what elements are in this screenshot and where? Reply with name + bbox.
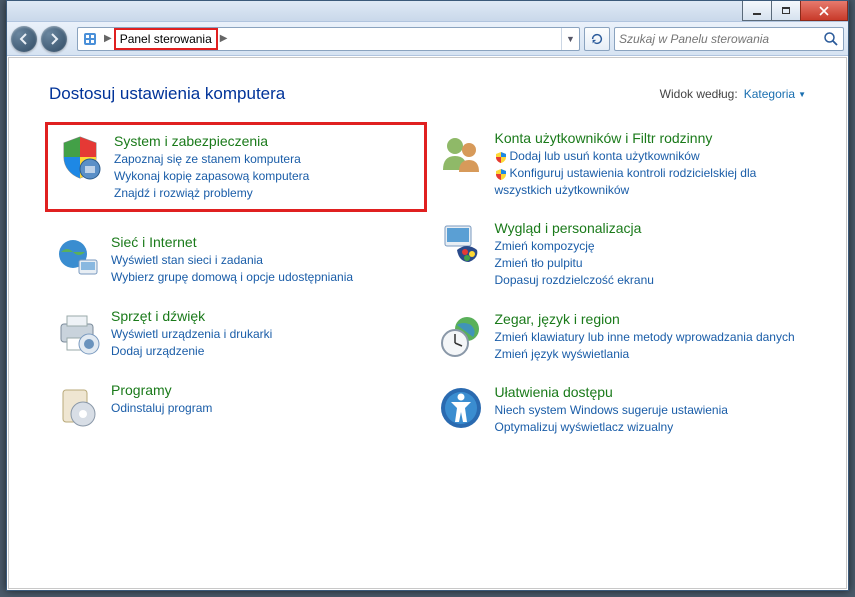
category-body: Programy Odinstaluj program bbox=[111, 382, 419, 430]
category-network-internet: Sieć i Internet Wyświetl stan sieci i za… bbox=[49, 230, 423, 290]
category-link[interactable]: Dodaj lub usuń konta użytkowników bbox=[495, 148, 803, 165]
forward-button[interactable] bbox=[41, 26, 67, 52]
category-system-security: System i zabezpieczenia Zapoznaj się ze … bbox=[45, 122, 427, 212]
category-body: Wygląd i personalizacja Zmień kompozycję… bbox=[495, 220, 803, 288]
category-link[interactable]: Dodaj urządzenie bbox=[111, 343, 419, 360]
category-link[interactable]: Wyświetl urządzenia i drukarki bbox=[111, 326, 419, 343]
view-by: Widok według: Kategoria ▼ bbox=[660, 87, 806, 101]
breadcrumb-item[interactable]: Panel sterowania bbox=[114, 28, 218, 50]
view-by-label: Widok według: bbox=[660, 87, 738, 101]
refresh-button[interactable] bbox=[584, 27, 610, 51]
control-panel-window: ▶ Panel sterowania ▶ ▼ Dostosuj ustawien… bbox=[6, 0, 849, 591]
programs-icon bbox=[53, 382, 101, 430]
search-input[interactable] bbox=[619, 32, 823, 46]
uac-shield-icon bbox=[495, 168, 507, 180]
category-link[interactable]: Zapoznaj się ze stanem komputera bbox=[114, 151, 416, 168]
category-link[interactable]: Zmień tło pulpitu bbox=[495, 255, 803, 272]
category-title[interactable]: Sprzęt i dźwięk bbox=[111, 308, 419, 324]
category-columns: System i zabezpieczenia Zapoznaj się ze … bbox=[49, 126, 806, 440]
left-column: System i zabezpieczenia Zapoznaj się ze … bbox=[49, 126, 423, 440]
content-header: Dostosuj ustawienia komputera Widok wedł… bbox=[49, 84, 806, 104]
shield-icon bbox=[56, 133, 104, 181]
category-ease-of-access: Ułatwienia dostępu Niech system Windows … bbox=[433, 380, 807, 440]
category-programs: Programy Odinstaluj program bbox=[49, 378, 423, 434]
category-body: System i zabezpieczenia Zapoznaj się ze … bbox=[114, 133, 416, 201]
maximize-button[interactable] bbox=[771, 1, 801, 21]
chevron-down-icon: ▼ bbox=[798, 90, 806, 99]
breadcrumb: Panel sterowania ▶ bbox=[114, 28, 230, 50]
users-icon bbox=[437, 130, 485, 178]
address-bar[interactable]: ▶ Panel sterowania ▶ ▼ bbox=[77, 27, 580, 51]
category-hardware-sound: Sprzęt i dźwięk Wyświetl urządzenia i dr… bbox=[49, 304, 423, 364]
navbar: ▶ Panel sterowania ▶ ▼ bbox=[7, 22, 848, 56]
category-clock-language-region: Zegar, język i region Zmień klawiatury l… bbox=[433, 307, 807, 367]
control-panel-icon bbox=[82, 31, 98, 47]
category-link[interactable]: Zmień kompozycję bbox=[495, 238, 803, 255]
view-by-value: Kategoria bbox=[744, 87, 795, 101]
clock-globe-icon bbox=[437, 311, 485, 359]
link-text: Konfiguruj ustawienia kontroli rodziciel… bbox=[495, 166, 757, 197]
globe-network-icon bbox=[53, 234, 101, 282]
category-user-accounts: Konta użytkowników i Filtr rodzinny Doda… bbox=[433, 126, 807, 202]
category-link[interactable]: Niech system Windows sugeruje ustawienia bbox=[495, 402, 803, 419]
window-buttons bbox=[743, 1, 848, 21]
category-title[interactable]: Ułatwienia dostępu bbox=[495, 384, 803, 400]
category-title[interactable]: Konta użytkowników i Filtr rodzinny bbox=[495, 130, 803, 146]
search-icon[interactable] bbox=[823, 31, 839, 47]
uac-shield-icon bbox=[495, 151, 507, 163]
category-body: Sprzęt i dźwięk Wyświetl urządzenia i dr… bbox=[111, 308, 419, 360]
category-appearance: Wygląd i personalizacja Zmień kompozycję… bbox=[433, 216, 807, 292]
category-link[interactable]: Zmień klawiatury lub inne metody wprowad… bbox=[495, 329, 803, 346]
category-link[interactable]: Znajdź i rozwiąż problemy bbox=[114, 185, 416, 202]
category-link[interactable]: Konfiguruj ustawienia kontroli rodziciel… bbox=[495, 165, 803, 199]
category-title[interactable]: Wygląd i personalizacja bbox=[495, 220, 803, 236]
category-title[interactable]: Programy bbox=[111, 382, 419, 398]
close-button[interactable] bbox=[800, 1, 848, 21]
category-title[interactable]: Sieć i Internet bbox=[111, 234, 419, 250]
right-column: Konta użytkowników i Filtr rodzinny Doda… bbox=[433, 126, 807, 440]
category-link[interactable]: Wybierz grupę domową i opcje udostępnian… bbox=[111, 269, 419, 286]
category-body: Ułatwienia dostępu Niech system Windows … bbox=[495, 384, 803, 436]
page-title: Dostosuj ustawienia komputera bbox=[49, 84, 285, 104]
category-link[interactable]: Dopasuj rozdzielczość ekranu bbox=[495, 272, 803, 289]
category-link[interactable]: Zmień język wyświetlania bbox=[495, 346, 803, 363]
minimize-button[interactable] bbox=[742, 1, 772, 21]
address-dropdown[interactable]: ▼ bbox=[561, 28, 579, 50]
back-button[interactable] bbox=[11, 26, 37, 52]
category-link[interactable]: Optymalizuj wyświetlacz wizualny bbox=[495, 419, 803, 436]
category-link[interactable]: Wyświetl stan sieci i zadania bbox=[111, 252, 419, 269]
category-body: Sieć i Internet Wyświetl stan sieci i za… bbox=[111, 234, 419, 286]
link-text: Dodaj lub usuń konta użytkowników bbox=[510, 149, 700, 163]
breadcrumb-sep-icon: ▶ bbox=[218, 33, 230, 44]
titlebar bbox=[7, 1, 848, 22]
category-title[interactable]: System i zabezpieczenia bbox=[114, 133, 416, 149]
view-by-dropdown[interactable]: Kategoria ▼ bbox=[744, 87, 806, 101]
content-area: Dostosuj ustawienia komputera Widok wedł… bbox=[8, 57, 847, 589]
breadcrumb-sep-icon: ▶ bbox=[102, 33, 114, 44]
category-title[interactable]: Zegar, język i region bbox=[495, 311, 803, 327]
appearance-icon bbox=[437, 220, 485, 268]
category-link[interactable]: Odinstaluj program bbox=[111, 400, 419, 417]
printer-icon bbox=[53, 308, 101, 356]
category-body: Zegar, język i region Zmień klawiatury l… bbox=[495, 311, 803, 363]
search-box[interactable] bbox=[614, 27, 844, 51]
ease-of-access-icon bbox=[437, 384, 485, 432]
category-link[interactable]: Wykonaj kopię zapasową komputera bbox=[114, 168, 416, 185]
category-body: Konta użytkowników i Filtr rodzinny Doda… bbox=[495, 130, 803, 198]
